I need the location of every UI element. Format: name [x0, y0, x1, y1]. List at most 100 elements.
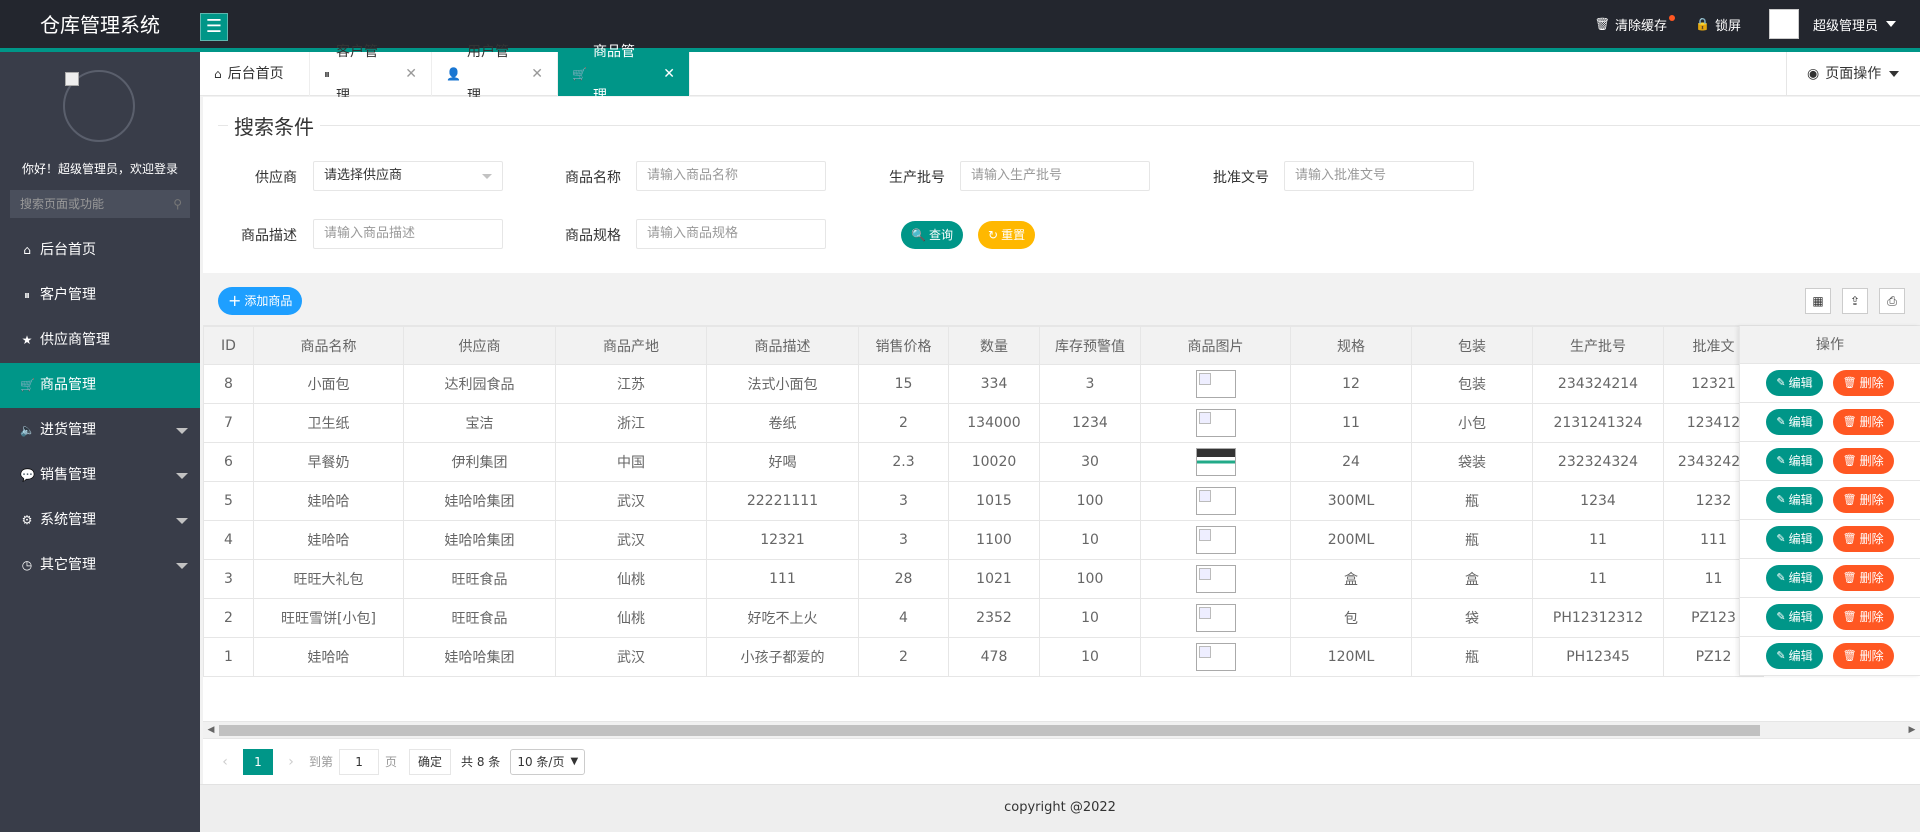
delete-button[interactable]: 🗑 删除 — [1832, 526, 1894, 552]
col-header[interactable]: 库存预警值 — [1039, 326, 1141, 365]
batch-number-input[interactable]: 请输入生产批号 — [960, 161, 1150, 191]
horizontal-scrollbar[interactable]: ◀ ▶ — [203, 721, 1920, 738]
table-row[interactable]: 6 早餐奶 伊利集团 中国 好喝 2.3 10020 30 24 袋装 232324324 23432… — [203, 442, 1764, 482]
tab-customers[interactable]: ⏸ 客户管理 ✕ — [310, 44, 432, 104]
cell-batch: PH12312312 — [1532, 598, 1664, 638]
col-header[interactable]: 商品名称 — [253, 326, 404, 365]
sidebar-item-label: 系统管理 — [40, 512, 96, 528]
user-menu[interactable]: 超级管理员 — [1755, 0, 1920, 48]
cell-pack: 瓶 — [1411, 520, 1533, 560]
table-row[interactable]: 5 娃哈哈 娃哈哈集团 武汉 22221111 3 1015 100 300ML 瓶 1234 123… — [203, 481, 1764, 521]
cell-spec: 11 — [1290, 403, 1412, 443]
col-header[interactable]: 包装 — [1411, 326, 1533, 365]
prev-page-icon[interactable]: ‹ — [213, 754, 237, 770]
refresh-icon: ↻ — [988, 228, 999, 242]
tab-home[interactable]: ⌂ 后台首页 — [200, 52, 310, 96]
current-page[interactable]: 1 — [243, 748, 273, 775]
close-icon[interactable]: ✕ — [405, 52, 417, 96]
supplier-select[interactable]: 请选择供应商 — [313, 161, 503, 191]
edit-button[interactable]: ✎ 编辑 — [1766, 604, 1823, 630]
next-page-icon[interactable]: › — [279, 754, 303, 770]
reset-button[interactable]: ↻ 重置 — [978, 221, 1036, 249]
cell-warn: 100 — [1039, 481, 1141, 521]
col-header[interactable]: 规格 — [1290, 326, 1412, 365]
delete-button[interactable]: 🗑 删除 — [1832, 448, 1894, 474]
table-row[interactable]: 7 卫生纸 宝洁 浙江 卷纸 2 134000 1234 11 小包 2131241324 12341… — [203, 403, 1764, 443]
delete-button[interactable]: 🗑 删除 — [1832, 604, 1894, 630]
clear-cache-button[interactable]: 🗑 清除缓存 — [1581, 0, 1681, 48]
table-row[interactable]: 8 小面包 达利园食品 江苏 法式小面包 15 334 3 12 包装 234324214 12321 — [203, 364, 1764, 404]
approval-number-input[interactable]: 请输入批准文号 — [1284, 161, 1474, 191]
tab-goods[interactable]: 🛒 商品管理 ✕ — [558, 44, 690, 104]
goto-confirm-button[interactable]: 确定 — [409, 748, 452, 775]
edit-button[interactable]: ✎ 编辑 — [1766, 409, 1823, 435]
col-header[interactable]: 生产批号 — [1532, 326, 1664, 365]
query-button[interactable]: 🔍 查询 — [901, 221, 963, 249]
edit-button[interactable]: ✎ 编辑 — [1766, 487, 1823, 513]
tab-users[interactable]: 👤 用户管理 ✕ — [432, 44, 558, 104]
sidebar-item-customers[interactable]: ⏸ 客户管理 — [0, 273, 200, 318]
chevron-down-icon: ▼ — [570, 755, 579, 767]
cell-warn: 1234 — [1039, 403, 1141, 443]
delete-button[interactable]: 🗑 删除 — [1832, 409, 1894, 435]
sidebar-item-purchase[interactable]: 🔈 进货管理 — [0, 408, 200, 453]
search-icon: 🔍 — [911, 228, 926, 242]
col-header[interactable]: 商品描述 — [706, 326, 859, 365]
print-icon[interactable]: ⎙ — [1879, 288, 1905, 314]
cell-name: 娃哈哈 — [253, 637, 404, 677]
lock-screen-button[interactable]: 🔒 锁屏 — [1681, 0, 1755, 48]
edit-button[interactable]: ✎ 编辑 — [1766, 643, 1823, 669]
export-icon[interactable]: ⇪ — [1842, 288, 1868, 314]
close-icon[interactable]: ✕ — [531, 52, 543, 96]
cell-price: 3 — [858, 520, 949, 560]
product-desc-input[interactable]: 请输入商品描述 — [313, 219, 503, 249]
add-product-button[interactable]: + 添加商品 — [218, 287, 303, 315]
goto-page-input[interactable]: 1 — [339, 748, 380, 775]
sidebar-item-suppliers[interactable]: ★ 供应商管理 — [0, 318, 200, 363]
edit-button[interactable]: ✎ 编辑 — [1766, 370, 1823, 396]
sidebar-item-system[interactable]: ⚙ 系统管理 — [0, 498, 200, 543]
columns-filter-icon[interactable]: ▦ — [1805, 288, 1831, 314]
sidebar-item-sales[interactable]: 💬 销售管理 — [0, 453, 200, 498]
table-row[interactable]: 3 旺旺大礼包 旺旺食品 仙桃 111 28 1021 100 盒盒 11 11 — [203, 559, 1764, 599]
cell-desc: 好喝 — [706, 442, 859, 482]
table-row[interactable]: 1 娃哈哈 娃哈哈集团 武汉 小孩子都爱的 2 478 10 120ML 瓶 PH12345 PZ12 — [203, 637, 1764, 677]
page-operations-dropdown[interactable]: ◉ 页面操作 — [1786, 52, 1920, 96]
sidebar-item-home[interactable]: ⌂ 后台首页 — [0, 228, 200, 273]
cell-supplier: 伊利集团 — [403, 442, 556, 482]
col-header[interactable]: 数量 — [948, 326, 1040, 365]
product-name-input[interactable]: 请输入商品名称 — [636, 161, 826, 191]
col-header[interactable]: ID — [203, 326, 254, 365]
edit-button[interactable]: ✎ 编辑 — [1766, 565, 1823, 591]
scrollbar-thumb[interactable] — [219, 725, 1760, 736]
pencil-icon: ✎ — [1776, 493, 1786, 506]
search-icon[interactable]: ⚲ — [173, 190, 182, 218]
product-image-cell — [1140, 559, 1291, 599]
col-header[interactable]: 销售价格 — [858, 326, 949, 365]
sidebar-item-goods[interactable]: 🛒 商品管理 — [0, 363, 200, 408]
product-spec-input[interactable]: 请输入商品规格 — [636, 219, 826, 249]
delete-button[interactable]: 🗑 删除 — [1832, 643, 1894, 669]
sidebar-search-input[interactable]: 搜索页面或功能 ⚲ — [10, 190, 190, 218]
scroll-left-icon[interactable]: ◀ — [203, 722, 219, 739]
edit-button[interactable]: ✎ 编辑 — [1766, 448, 1823, 474]
col-header[interactable]: 商品图片 — [1140, 326, 1291, 365]
query-label: 查询 — [928, 228, 953, 242]
delete-button[interactable]: 🗑 删除 — [1832, 565, 1894, 591]
page-size-select[interactable]: 10 条/页 ▼ — [510, 748, 586, 775]
tab-label: 后台首页 — [227, 66, 284, 82]
hamburger-icon[interactable]: ☰ — [200, 13, 228, 41]
cell-desc: 小孩子都爱的 — [706, 637, 859, 677]
table-row[interactable]: 2 旺旺雪饼[小包] 旺旺食品 仙桃 好吃不上火 4 2352 10 包袋 PH12312312 P… — [203, 598, 1764, 638]
edit-button[interactable]: ✎ 编辑 — [1766, 526, 1823, 552]
close-icon[interactable]: ✕ — [663, 52, 675, 96]
col-header[interactable]: 商品产地 — [555, 326, 707, 365]
col-header[interactable]: 供应商 — [403, 326, 556, 365]
sidebar-item-other[interactable]: ◷ 其它管理 — [0, 543, 200, 588]
cell-price: 2 — [858, 637, 949, 677]
table-row[interactable]: 4 娃哈哈 娃哈哈集团 武汉 12321 3 1100 10 200ML 瓶 11 111 — [203, 520, 1764, 560]
scroll-right-icon[interactable]: ▶ — [1904, 722, 1920, 739]
delete-button[interactable]: 🗑 删除 — [1832, 370, 1894, 396]
delete-button[interactable]: 🗑 删除 — [1832, 487, 1894, 513]
cell-price: 4 — [858, 598, 949, 638]
